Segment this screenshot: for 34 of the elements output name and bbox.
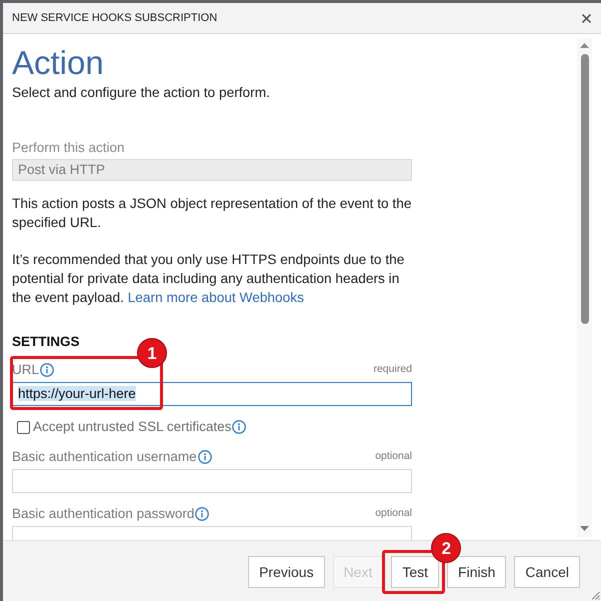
field-hint: optional bbox=[375, 449, 412, 464]
dialog-button[interactable]: Previous bbox=[248, 556, 325, 588]
close-icon[interactable] bbox=[582, 14, 591, 22]
checkbox[interactable] bbox=[17, 420, 30, 434]
field-label: URL bbox=[12, 361, 40, 379]
resize-grip-icon[interactable] bbox=[591, 591, 600, 600]
scrollbar-thumb[interactable] bbox=[580, 54, 588, 324]
info-icon[interactable] bbox=[232, 420, 246, 434]
scroll-up-arrow-icon[interactable] bbox=[580, 43, 589, 48]
section-heading: SETTINGS bbox=[12, 333, 80, 351]
dialog-button[interactable]: Finish bbox=[447, 556, 506, 588]
field-label: Basic authentication password bbox=[12, 505, 194, 523]
window-title: NEW SERVICE HOOKS SUBSCRIPTION bbox=[12, 10, 218, 26]
dialog-button[interactable]: Test bbox=[391, 556, 440, 588]
action-select: Post via HTTP bbox=[12, 159, 412, 181]
text-input[interactable]: https://your-url-here bbox=[12, 382, 412, 406]
field-hint: optional bbox=[375, 506, 412, 522]
number-badge: 2 bbox=[431, 533, 462, 563]
field-label: Basic authentication username bbox=[12, 448, 197, 466]
page-subtitle: Select and configure the action to perform. bbox=[12, 84, 271, 102]
description-text: This action posts a JSON object representation of the event to the specified URL. bbox=[12, 195, 412, 232]
info-icon[interactable] bbox=[40, 363, 54, 377]
info-icon[interactable] bbox=[198, 450, 212, 464]
number-badge: 1 bbox=[137, 338, 167, 368]
field-hint: required bbox=[373, 362, 412, 378]
text-input[interactable] bbox=[12, 469, 412, 493]
scroll-down-arrow-icon[interactable] bbox=[580, 526, 589, 531]
checkbox-label: Accept untrusted SSL certificates bbox=[33, 418, 232, 436]
info-icon[interactable] bbox=[195, 507, 210, 521]
description-text: It’s recommended that you only use HTTPS endpoints due to the potential for private data including any authentication headers in the event payload. Learn more about Webhooks bbox=[12, 251, 406, 307]
field-label: Perform this action bbox=[12, 139, 125, 157]
page-heading: Action bbox=[12, 44, 105, 82]
learn-more-link[interactable]: Learn more about Webhooks bbox=[128, 290, 304, 305]
dialog-button[interactable]: Cancel bbox=[514, 556, 580, 588]
